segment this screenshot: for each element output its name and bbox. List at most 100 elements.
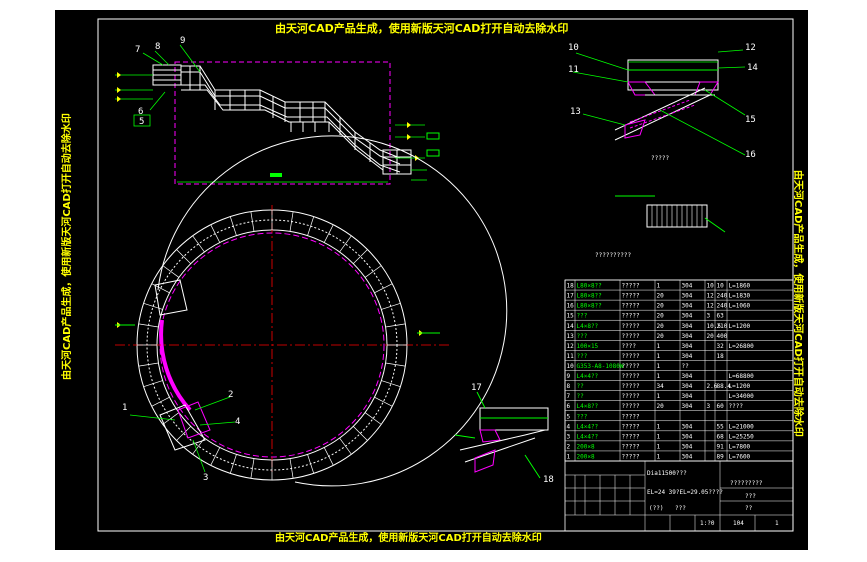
bom-cell-mat: 304 — [682, 393, 693, 400]
bom-cell-mat: 304 — [682, 423, 693, 430]
bom-cell-name: ????? — [622, 423, 640, 430]
ring-segment-divider — [307, 454, 315, 474]
callout-6: 6 — [138, 107, 143, 117]
callout-15: 15 — [745, 115, 756, 125]
callout-13: 13 — [570, 107, 581, 117]
bom-cell-no: 5 — [567, 413, 571, 420]
title-dia: Dia11500??? — [647, 470, 687, 477]
bom-cell-name: ????? — [622, 333, 640, 340]
ring-segment-divider — [229, 216, 237, 236]
ring-segment-divider — [210, 224, 221, 243]
watermark-right: 由天河CAD产品生成，使用新版天河CAD打开自动去除水印 — [792, 170, 805, 437]
bom-cell-note: L=1200 — [729, 383, 751, 390]
bom-cell-qty: 20 — [657, 293, 665, 300]
callout-9: 9 — [180, 36, 185, 46]
title-drawing-name: ????????? — [730, 480, 763, 487]
bom-cell-qty: 20 — [657, 333, 665, 340]
bom-cell-mat: 304 — [682, 353, 693, 360]
bom-cell-note: L=1200 — [729, 323, 751, 330]
bom-cell-total: 32 — [717, 343, 725, 350]
bom-cell-spec: 200×8 — [577, 443, 595, 450]
bom-cell-spec: L80×8?? — [577, 293, 603, 300]
ring-segment-divider — [151, 396, 170, 407]
callout-8: 8 — [155, 42, 160, 52]
ring-segment-divider — [307, 216, 315, 236]
title-small1: (??) — [649, 505, 663, 512]
bom-cell-spec: ??? — [577, 413, 588, 420]
bom-cell-note: L=21000 — [729, 423, 755, 430]
circular-plan: ?????????? 1 2 3 4 — [115, 135, 632, 487]
cad-drawing-viewport: 由天河CAD产品生成，使用新版天河CAD打开自动去除水印 由天河CAD产品生成，… — [55, 10, 808, 550]
bom-cell-mat: 304 — [682, 383, 693, 390]
bom-cell-name: ????? — [622, 353, 640, 360]
callout-12: 12 — [745, 43, 756, 53]
ring-segment-divider — [143, 302, 163, 310]
bom-cell-name: ????? — [622, 363, 640, 370]
bom-cell-mat: 304 — [682, 323, 693, 330]
bom-cell-mat: ?? — [682, 363, 690, 370]
bom-cell-no: 15 — [567, 313, 575, 320]
callout-16: 16 — [745, 150, 756, 160]
bom-cell-total: 240 — [717, 293, 728, 300]
bom-cell-name: ????? — [622, 303, 640, 310]
callout-18: 18 — [543, 475, 554, 485]
bom-cell-total: 60 — [717, 403, 725, 410]
bom-cell-total: 63 — [717, 313, 725, 320]
watermark-left: 由天河CAD产品生成，使用新版天河CAD打开自动去除水印 — [60, 113, 73, 380]
bom-cell-name: ????? — [622, 443, 640, 450]
bom-cell-spec: L4×4?? — [577, 423, 599, 430]
bom-cell-name: ????? — [622, 283, 640, 290]
bom-cell-spec: ??? — [577, 313, 588, 320]
bom-cell-total: 18 — [717, 353, 725, 360]
bom-cell-qty: 1 — [657, 343, 661, 350]
cad-drawing: 由天河CAD产品生成，使用新版天河CAD打开自动去除水印 由天河CAD产品生成，… — [60, 18, 805, 544]
bom-cell-name: ????? — [622, 433, 640, 440]
bom-cell-no: 3 — [567, 433, 571, 440]
bom-cell-qty: 20 — [657, 323, 665, 330]
bom-cell-spec: G353-A8-1080W — [577, 363, 624, 370]
bom-cell-spec: L4×8?? — [577, 403, 599, 410]
title-small2: ??? — [675, 505, 686, 512]
bom-cell-no: 1 — [567, 454, 571, 461]
bom-cell-mat: 304 — [682, 303, 693, 310]
bom-cell-spec: ?? — [577, 383, 585, 390]
callout-11: 11 — [568, 65, 579, 75]
bom-cell-mat: 304 — [682, 403, 693, 410]
bom-cell-no: 12 — [567, 343, 575, 350]
bom-cell-note: L=34000 — [729, 393, 755, 400]
bom-cell-name: ???? — [622, 343, 637, 350]
bom-cell-spec: L80×8?? — [577, 283, 603, 290]
staircase-elevation: 7 8 9 6 5 — [115, 36, 440, 185]
bom-cell-qty: 1 — [657, 443, 661, 450]
bom-cell-qty: 20 — [657, 303, 665, 310]
bom-cell-no: 2 — [567, 443, 571, 450]
title-block: Dia11500??? EL=24 39?EL=29.05???? ??????… — [564, 460, 794, 532]
bom-cell-total: 55 — [717, 423, 725, 430]
bom-cell-qty: 1 — [657, 393, 661, 400]
bom-cell-total: 240 — [717, 303, 728, 310]
bom-cell-qty: 20 — [657, 403, 665, 410]
bom-cell-mat: 304 — [682, 333, 693, 340]
bom-cell-total: 210 — [717, 323, 728, 330]
bom-cell-qty: 1 — [657, 373, 661, 380]
bom-cell-unit: 10 — [707, 283, 715, 290]
bom-cell-total: 89 — [717, 454, 725, 461]
callout-14: 14 — [747, 63, 758, 73]
bom-cell-spec: 100×15 — [577, 343, 599, 350]
bom-cell-qty: 1 — [657, 283, 661, 290]
bom-cell-no: 11 — [567, 353, 575, 360]
side-view — [615, 195, 726, 233]
ring-segment-divider — [374, 283, 393, 294]
ring-segment-divider — [364, 265, 382, 278]
ring-segment-divider — [323, 447, 334, 466]
section-detail: 10 11 13 12 14 15 16 ????? — [568, 43, 758, 162]
title-sheet: 104 — [733, 520, 744, 527]
bom-cell-spec: ??? — [577, 353, 588, 360]
bom-cell-no: 16 — [567, 303, 575, 310]
bom-cell-total: 10 — [717, 283, 725, 290]
bom-cell-name: ????? — [622, 413, 640, 420]
title-sub2: ?? — [745, 505, 753, 512]
ring-segment-divider — [339, 437, 352, 455]
callout-7: 7 — [135, 45, 140, 55]
bom-cell-no: 18 — [567, 283, 575, 290]
